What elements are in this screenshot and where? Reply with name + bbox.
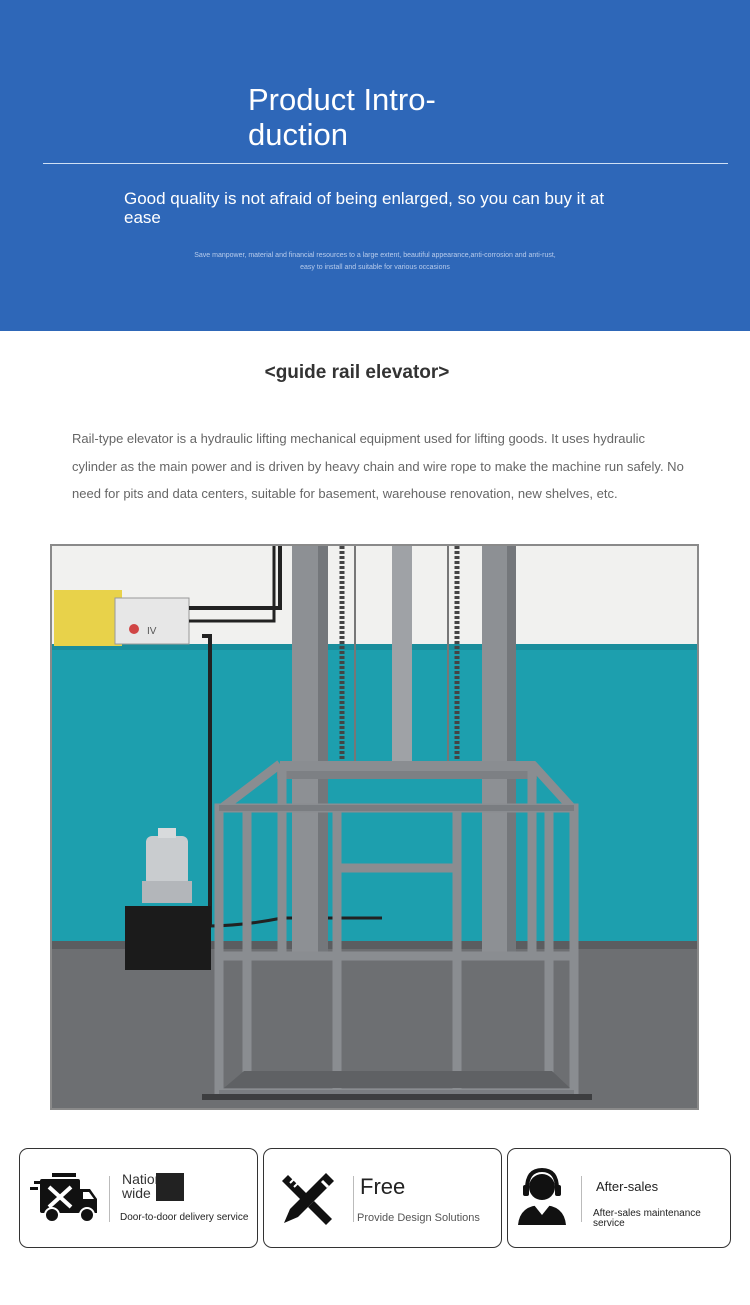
- page-title: Product Intro- duction: [248, 82, 436, 152]
- section-title: <guide rail elevator>: [264, 362, 450, 383]
- warning-sign: [54, 590, 122, 646]
- pencil-ruler-icon: [282, 1173, 334, 1225]
- hero-fine-print: Save manpower, material and financial re…: [194, 252, 556, 271]
- control-box-label: IV: [147, 626, 157, 637]
- service-card-delivery: Nation-wide Door-to-door delivery servic…: [19, 1148, 258, 1248]
- product-photo: IV: [50, 544, 699, 1110]
- control-box: [114, 597, 190, 645]
- title-divider: [43, 163, 728, 164]
- service-title: After-sales: [596, 1179, 659, 1194]
- delivery-truck-icon: [30, 1173, 97, 1223]
- service-subtitle: Provide Design Solutions: [357, 1212, 480, 1224]
- hero-tagline: Good quality is not afraid of being enla…: [124, 189, 605, 227]
- service-subtitle: Door-to-door delivery service: [120, 1212, 249, 1223]
- service-card-design: Free Provide Design Solutions: [263, 1148, 502, 1248]
- service-subtitle: After-sales maintenance service: [593, 1208, 701, 1229]
- hero-banner: Product Intro- duction Good quality is n…: [0, 0, 750, 331]
- product-description: Rail-type elevator is a hydraulic liftin…: [72, 431, 684, 501]
- service-title: Free: [360, 1174, 406, 1199]
- service-card-after-sales: After-sales After-sales maintenance serv…: [507, 1148, 731, 1248]
- headset-agent-icon: [518, 1167, 566, 1225]
